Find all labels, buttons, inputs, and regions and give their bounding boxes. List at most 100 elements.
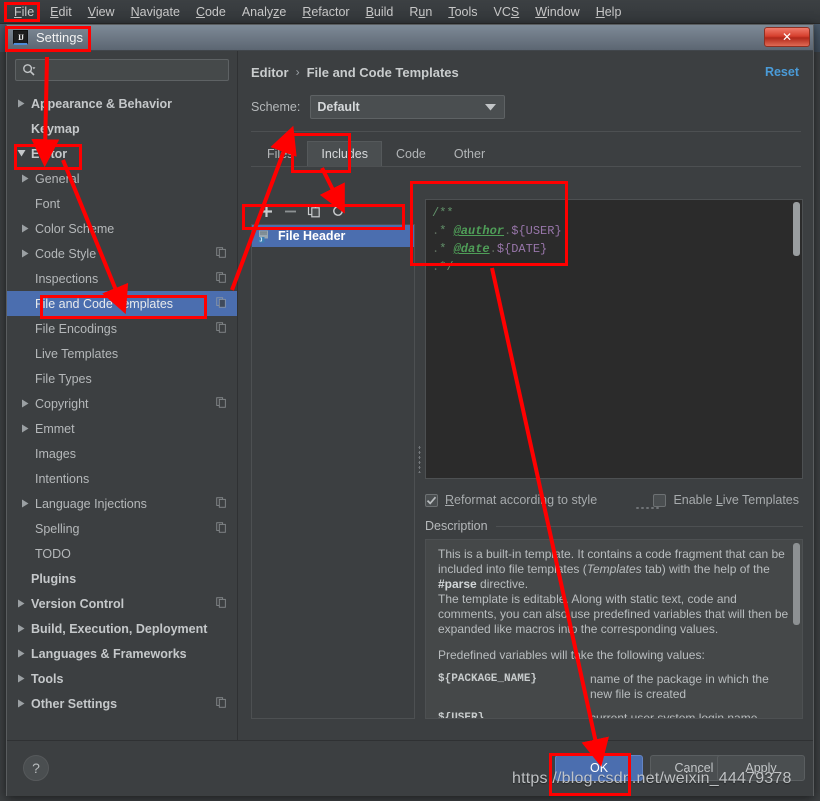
description-scrollbar-thumb[interactable] [793, 543, 800, 625]
tab-includes[interactable]: Includes [307, 141, 382, 166]
reset-template-button[interactable] [327, 201, 349, 221]
menu-item-refactor[interactable]: Refactor [294, 2, 357, 22]
breadcrumb-parent[interactable]: Editor [251, 65, 289, 80]
chevron-right-icon[interactable] [15, 673, 27, 685]
chevron-down-icon[interactable] [15, 148, 27, 160]
sidebar-item-todo[interactable]: TODO [7, 541, 237, 566]
add-template-button[interactable] [255, 201, 277, 221]
sidebar-item-file-and-code-templates[interactable]: File and Code Templates [7, 291, 237, 316]
sidebar-item-images[interactable]: Images [7, 441, 237, 466]
reformat-checkbox[interactable] [425, 493, 438, 507]
sidebar-item-label: TODO [35, 546, 71, 561]
sidebar-item-label: Intentions [35, 471, 90, 486]
menu-item-tools[interactable]: Tools [440, 2, 485, 22]
remove-template-button[interactable] [279, 201, 301, 221]
template-edit-pane: /** .* @author.${USER} .* @date.${DATE} .*/… [425, 199, 803, 719]
sidebar-item-live-templates[interactable]: Live Templates [7, 341, 237, 366]
breadcrumb-current: File and Code Templates [306, 64, 459, 80]
chevron-right-icon[interactable] [15, 598, 27, 610]
menu-item-window[interactable]: Window [527, 2, 587, 22]
help-button[interactable]: ? [23, 755, 49, 781]
sidebar-item-tools[interactable]: Tools [7, 666, 237, 691]
sidebar-item-other-settings[interactable]: Other Settings [7, 691, 237, 716]
chevron-right-icon[interactable] [19, 498, 31, 510]
enable-live-templates-checkbox[interactable] [653, 493, 667, 507]
template-tabs: Files Includes Code Other [239, 132, 813, 166]
menu-item-run[interactable]: Run [401, 2, 440, 22]
description-box[interactable]: This is a built-in template. It contains… [425, 539, 803, 719]
search-box[interactable] [15, 59, 229, 81]
code-line: .*/ [432, 258, 802, 276]
menu-item-build[interactable]: Build [358, 2, 402, 22]
sidebar-item-inspections[interactable]: Inspections [7, 266, 237, 291]
sidebar-item-color-scheme[interactable]: Color Scheme [7, 216, 237, 241]
sidebar-item-appearance-behavior[interactable]: Appearance & Behavior [7, 91, 237, 116]
sidebar-item-label: Tools [31, 671, 64, 686]
sidebar-item-build-execution-deployment[interactable]: Build, Execution, Deployment [7, 616, 237, 641]
menu-item-analyze[interactable]: Analyze [234, 2, 294, 22]
sidebar-item-intentions[interactable]: Intentions [7, 466, 237, 491]
menu-item-view[interactable]: View [80, 2, 123, 22]
tab-other[interactable]: Other [440, 141, 499, 166]
sidebar-item-emmet[interactable]: Emmet [7, 416, 237, 441]
sidebar-item-general[interactable]: General [7, 166, 237, 191]
sidebar-item-code-style[interactable]: Code Style [7, 241, 237, 266]
apply-button[interactable]: Apply [717, 755, 805, 781]
menu-item-help[interactable]: Help [588, 2, 630, 22]
project-config-icon [216, 321, 227, 336]
chevron-right-icon[interactable] [19, 173, 31, 185]
sidebar-item-file-types[interactable]: File Types [7, 366, 237, 391]
reset-link[interactable]: Reset [765, 65, 799, 79]
template-code-editor[interactable]: /** .* @author.${USER} .* @date.${DATE} .*/ [425, 199, 803, 479]
tab-code[interactable]: Code [382, 141, 440, 166]
description-title: Description [425, 517, 803, 535]
template-list[interactable]: J File Header [251, 224, 415, 719]
svg-text:J: J [259, 237, 262, 242]
menu-item-code[interactable]: Code [188, 2, 234, 22]
sidebar-item-copyright[interactable]: Copyright [7, 391, 237, 416]
search-input[interactable] [39, 62, 222, 78]
chevron-right-icon[interactable] [15, 648, 27, 660]
menu-item-edit[interactable]: Edit [42, 2, 80, 22]
project-config-icon [216, 596, 227, 611]
project-config-icon [216, 396, 227, 411]
template-list-pane: J File Header [251, 199, 415, 719]
chevron-right-icon[interactable] [15, 698, 27, 710]
chevron-right-icon[interactable] [19, 423, 31, 435]
chevron-right-icon[interactable] [19, 398, 31, 410]
sidebar-item-file-encodings[interactable]: File Encodings [7, 316, 237, 341]
sidebar-item-plugins[interactable]: Plugins [7, 566, 237, 591]
tab-files[interactable]: Files [253, 141, 307, 166]
pane-splitter[interactable] [416, 199, 424, 719]
scheme-dropdown[interactable]: Default [310, 95, 506, 119]
java-template-file-icon: J [258, 230, 271, 243]
chevron-right-icon[interactable] [19, 223, 31, 235]
sidebar-item-editor[interactable]: Editor [7, 141, 237, 166]
close-icon[interactable]: ✕ [764, 27, 810, 47]
menu-item-file[interactable]: File [6, 2, 42, 22]
chevron-right-icon[interactable] [15, 98, 27, 110]
ok-button[interactable]: OK [555, 755, 643, 781]
sidebar-item-keymap[interactable]: Keymap [7, 116, 237, 141]
chevron-right-icon[interactable] [15, 623, 27, 635]
sidebar-item-languages-frameworks[interactable]: Languages & Frameworks [7, 641, 237, 666]
code-scrollbar-thumb[interactable] [793, 202, 800, 256]
menu-item-vcs[interactable]: VCS [486, 2, 528, 22]
code-line: /** [432, 204, 802, 222]
copy-template-button[interactable] [303, 201, 325, 221]
description-variable-name: ${USER} [438, 712, 485, 719]
chevron-right-icon[interactable] [19, 248, 31, 260]
resize-grip-icon[interactable] [635, 506, 661, 510]
sidebar-item-version-control[interactable]: Version Control [7, 591, 237, 616]
sidebar-item-font[interactable]: Font [7, 191, 237, 216]
template-list-item[interactable]: J File Header [252, 225, 414, 247]
menu-item-navigate[interactable]: Navigate [123, 2, 188, 22]
live-templates-option: Enable Live Templates [653, 493, 803, 507]
sidebar-item-language-injections[interactable]: Language Injections [7, 491, 237, 516]
sidebar-item-spelling[interactable]: Spelling [7, 516, 237, 541]
